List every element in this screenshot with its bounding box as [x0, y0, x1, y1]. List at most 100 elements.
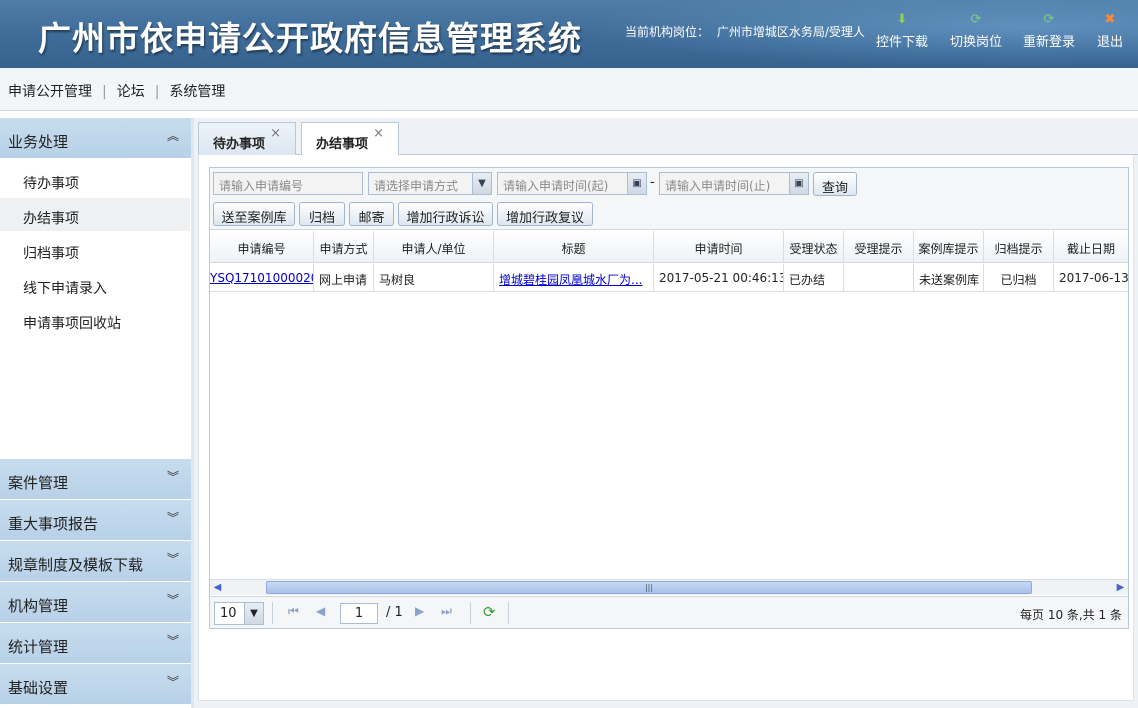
column-header[interactable]: 案例库提示 — [914, 231, 984, 262]
column-header[interactable]: 申请方式 — [314, 231, 374, 262]
sidebar-section-label: 机构管理 — [8, 597, 69, 615]
chevron-down-icon: ︾ — [166, 470, 179, 484]
total-pages: / 1 — [386, 605, 403, 620]
sidebar-section-basic[interactable]: 基础设置 ︾ — [0, 664, 191, 705]
column-header[interactable]: 归档提示 — [984, 231, 1054, 262]
sidebar-section-org[interactable]: 机构管理 ︾ — [0, 582, 191, 623]
scroll-left-icon[interactable]: ◀ — [210, 581, 225, 595]
menu-item-forum[interactable]: 论坛 — [117, 84, 145, 100]
column-header[interactable]: 申请编号 — [210, 231, 314, 262]
archive-button[interactable]: 归档 — [299, 202, 345, 226]
sidebar-section-regulations[interactable]: 规章制度及模板下载 ︾ — [0, 541, 191, 582]
chevron-down-icon: ︾ — [166, 634, 179, 648]
pager-separator — [470, 602, 471, 624]
add-admin-review-button[interactable]: 增加行政复议 — [497, 202, 593, 226]
apply-no-link[interactable]: YSQ17101000020 — [210, 264, 314, 291]
apply-method-placeholder: 请选择申请方式 — [374, 179, 459, 193]
send-to-case-library-button[interactable]: 送至案例库 — [213, 202, 295, 226]
pager-info: 每页 10 条,共 1 条 — [1020, 608, 1122, 622]
column-header[interactable]: 截止日期 — [1054, 231, 1128, 262]
chevron-down-icon: ︾ — [166, 593, 179, 607]
calendar-icon[interactable]: ▣ — [627, 173, 646, 194]
table-cell: 马树良 — [374, 264, 494, 291]
menu-item-system[interactable]: 系统管理 — [169, 84, 225, 100]
sidebar-item-offline-entry[interactable]: 线下申请录入 — [0, 268, 190, 301]
apply-time-start-input[interactable]: 请输入申请时间(起) ▣ — [497, 172, 647, 195]
logout-button[interactable]: ✖ 退出 — [1097, 12, 1123, 50]
logout-label: 退出 — [1097, 35, 1124, 50]
pager-separator — [272, 602, 273, 624]
prev-page-icon[interactable]: ◀ — [316, 604, 325, 618]
apply-no-input[interactable]: 请输入申请编号 — [213, 172, 363, 195]
add-admin-lawsuit-button[interactable]: 增加行政诉讼 — [398, 202, 493, 226]
pagination-bar: 10 ▼ ⏮ ◀ 1 / 1 ▶ ⏭ ⟳ 每页 10 条,共 1 条 — [210, 596, 1128, 628]
column-header[interactable]: 申请时间 — [654, 231, 784, 262]
tab-done[interactable]: 办结事项 × — [301, 122, 399, 156]
close-icon[interactable]: × — [270, 126, 281, 141]
column-header[interactable]: 受理状态 — [784, 231, 844, 262]
horizontal-scrollbar[interactable]: ◀ ||| ▶ — [210, 579, 1128, 595]
table-cell: 2017-05-21 00:46:13 — [654, 264, 784, 291]
title-text[interactable]: 增城碧桂园凤凰城水厂为... — [499, 273, 642, 287]
relogin-button[interactable]: ⟳ 重新登录 — [1023, 12, 1075, 50]
scroll-thumb[interactable]: ||| — [266, 581, 1032, 594]
title-link[interactable]: 增城碧桂园凤凰城水厂为... — [494, 264, 654, 291]
calendar-icon[interactable]: ▣ — [789, 173, 808, 194]
post-value: 广州市增城区水务局/受理人 — [716, 25, 865, 39]
sidebar: 业务处理 ︽ 待办事项 办结事项 归档事项 线下申请录入 申请事项回收站 案件管… — [0, 118, 194, 708]
sidebar-section-business[interactable]: 业务处理 ︽ — [0, 118, 191, 159]
download-control-button[interactable]: ⬇ 控件下载 — [876, 12, 928, 50]
menu-item-apply-manage[interactable]: 申请公开管理 — [8, 84, 92, 100]
sidebar-item-archived[interactable]: 归档事项 — [0, 233, 190, 266]
data-grid: 请输入申请编号 请选择申请方式 ▼ 请输入申请时间(起) ▣ - 请输入申请时间… — [209, 167, 1129, 629]
apply-time-start-placeholder: 请输入申请时间(起) — [503, 179, 609, 193]
chevron-down-icon[interactable]: ▼ — [244, 603, 263, 624]
top-menu: 申请公开管理 | 论坛 | 系统管理 — [0, 68, 1138, 111]
chevron-down-icon: ︾ — [166, 675, 179, 689]
pager-separator — [508, 602, 509, 624]
table-header: 申请编号 申请方式 申请人/单位 标题 申请时间 受理状态 受理提示 案例库提示… — [210, 231, 1128, 263]
close-icon[interactable]: × — [373, 126, 384, 141]
refresh-icon[interactable]: ⟳ — [483, 603, 496, 621]
table-row[interactable]: YSQ17101000020 网上申请 马树良 增城碧桂园凤凰城水厂为... 2… — [210, 264, 1128, 292]
sidebar-section-major-report[interactable]: 重大事项报告 ︾ — [0, 500, 191, 541]
apply-time-end-input[interactable]: 请输入申请时间(止) ▣ — [659, 172, 809, 195]
scroll-right-icon[interactable]: ▶ — [1113, 581, 1128, 595]
switch-icon: ⟳ — [970, 12, 982, 27]
switch-post-button[interactable]: ⟳ 切换岗位 — [950, 12, 1002, 50]
chevron-down-icon[interactable]: ▼ — [472, 173, 491, 194]
table-cell: 已办结 — [784, 264, 844, 291]
sidebar-item-todo[interactable]: 待办事项 — [0, 163, 190, 196]
next-page-icon[interactable]: ▶ — [415, 604, 424, 618]
sidebar-item-done[interactable]: 办结事项 — [0, 198, 190, 231]
tab-todo[interactable]: 待办事项 × — [198, 122, 296, 155]
sidebar-section-label: 重大事项报告 — [8, 515, 99, 533]
apply-no-text[interactable]: YSQ17101000020 — [210, 271, 313, 285]
sidebar-section-label: 基础设置 — [8, 679, 69, 697]
column-header[interactable]: 申请人/单位 — [374, 231, 494, 262]
top-menu-items: 申请公开管理 | 论坛 | 系统管理 — [8, 81, 225, 101]
mail-button[interactable]: 邮寄 — [349, 202, 394, 226]
app-title: 广州市依申请公开政府信息管理系统 — [38, 19, 582, 58]
sidebar-section-label: 业务处理 — [8, 133, 69, 151]
apply-method-select[interactable]: 请选择申请方式 ▼ — [368, 172, 492, 195]
sidebar-section-stats[interactable]: 统计管理 ︾ — [0, 623, 191, 664]
chevron-down-icon: ︾ — [166, 511, 179, 525]
table-cell: 已归档 — [984, 264, 1054, 291]
sidebar-section-cases[interactable]: 案件管理 ︾ — [0, 459, 191, 500]
last-page-icon[interactable]: ⏭ — [441, 604, 452, 619]
first-page-icon[interactable]: ⏮ — [288, 604, 299, 619]
table-cell: 未送案例库 — [914, 264, 984, 291]
page-size-select[interactable]: 10 ▼ — [214, 602, 264, 625]
query-button[interactable]: 查询 — [813, 172, 857, 196]
tab-bar: 待办事项 × 办结事项 × — [198, 118, 1138, 156]
download-control-label: 控件下载 — [876, 35, 929, 50]
filter-toolbar: 请输入申请编号 请选择申请方式 ▼ 请输入申请时间(起) ▣ - 请输入申请时间… — [210, 168, 1128, 200]
page-number-input[interactable]: 1 — [340, 603, 378, 624]
action-toolbar: 送至案例库 归档 邮寄 增加行政诉讼 增加行政复议 — [210, 200, 1128, 230]
sidebar-item-recycle[interactable]: 申请事项回收站 — [0, 303, 190, 336]
table-cell — [844, 264, 914, 291]
column-header[interactable]: 受理提示 — [844, 231, 914, 262]
column-header[interactable]: 标题 — [494, 231, 654, 262]
post-label: 当前机构岗位： — [625, 25, 710, 39]
